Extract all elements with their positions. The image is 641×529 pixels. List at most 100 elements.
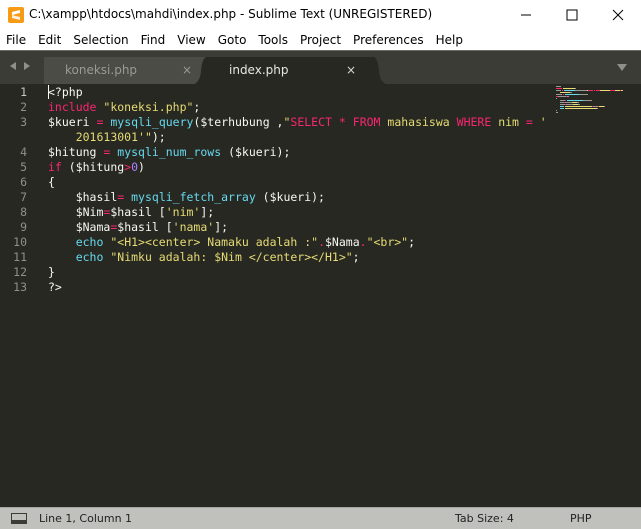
line-number: 13 [13, 280, 27, 294]
menu-view[interactable]: View [171, 30, 211, 50]
text-cursor [48, 85, 49, 99]
code-token: * [338, 115, 346, 129]
code-token: 'nim' [165, 205, 201, 219]
code-token: ) [138, 160, 145, 174]
arrow-left-icon[interactable] [8, 61, 18, 71]
close-button[interactable] [595, 0, 641, 30]
minimap-stroke [556, 112, 558, 113]
code-token: ; [352, 250, 360, 264]
code-line: } [48, 265, 55, 280]
line-number: 11 [13, 250, 27, 264]
line-number: 12 [13, 265, 27, 279]
minimap-stroke [565, 94, 579, 95]
minimap-stroke [583, 100, 592, 101]
code-token: echo [75, 250, 104, 264]
close-icon [612, 9, 624, 21]
minimap-stroke [560, 108, 564, 109]
tab-size-indicator[interactable]: Tab Size: 4 [455, 512, 514, 525]
code-token: $kueri [48, 115, 90, 129]
code-token: ; [193, 100, 201, 114]
sublime-text-icon [8, 7, 24, 23]
minimap[interactable] [548, 84, 628, 124]
minimap-stroke [579, 94, 588, 95]
code-token: ($terhubung , [193, 115, 284, 129]
code-token: nim [491, 115, 526, 129]
code-editor[interactable]: 1 2 3 4 5 6 7 8 9 10 11 12 13 <?php include "koneksi.… [0, 84, 641, 507]
maximize-icon [566, 9, 578, 21]
menu-find[interactable]: Find [135, 30, 172, 50]
code-token: ($kueri); [221, 145, 291, 159]
menu-file[interactable]: File [0, 30, 32, 50]
code-line: ?> [48, 280, 62, 295]
code-area[interactable]: <?php include "koneksi.php"; $kueri = mysq… [48, 84, 588, 507]
window-title: C:\xampp\htdocs\mahdi\index.php - Sublim… [29, 7, 433, 21]
minimap-stroke [597, 108, 598, 109]
minimize-button[interactable] [503, 0, 549, 30]
code-token: mysqli_query [110, 115, 194, 129]
minimap-stroke [604, 106, 605, 107]
arrow-right-icon[interactable] [22, 61, 32, 71]
tab-koneksi-php[interactable]: koneksi.php × [44, 57, 212, 85]
code-line: 201613001'"); [48, 130, 166, 145]
tab-list-dropdown-icon[interactable] [616, 63, 628, 73]
menu-help[interactable]: Help [430, 30, 469, 50]
minimap-stroke [556, 94, 562, 95]
vertical-scrollbar[interactable] [628, 84, 641, 507]
code-token: include [48, 100, 97, 114]
minimap-stroke [563, 88, 575, 89]
menu-selection[interactable]: Selection [67, 30, 134, 50]
minimap-stroke [621, 90, 623, 91]
minimap-stroke [570, 92, 572, 93]
tab-index-php[interactable]: index.php × [192, 57, 388, 85]
title-bar: C:\xampp\htdocs\mahdi\index.php - Sublim… [0, 0, 641, 30]
menu-bar: File Edit Selection Find View Goto Tools… [0, 30, 641, 50]
minimap-stroke [562, 90, 563, 91]
code-token: FROM [352, 115, 381, 129]
minimap-stroke [556, 90, 561, 91]
code-token: ($hitung [61, 160, 125, 174]
maximize-button[interactable] [549, 0, 595, 30]
tab-close-icon[interactable]: × [346, 63, 356, 77]
minimap-stroke [567, 100, 583, 101]
code-token: "Nimku adalah: $Nim </center></H1>" [110, 250, 353, 264]
code-token: 201613001'" [75, 130, 152, 144]
syntax-indicator[interactable]: PHP [570, 512, 592, 525]
minimap-stroke [578, 104, 580, 105]
code-token: ]; [200, 205, 215, 219]
minimap-stroke [594, 90, 595, 91]
minimap-stroke [556, 86, 561, 87]
panel-toggle-icon[interactable] [11, 513, 27, 524]
code-token: . [318, 235, 325, 249]
code-token: $hasil [ [117, 220, 173, 234]
code-token: $hasil [75, 190, 118, 204]
code-line: $kueri = mysqli_query($terhubung ,"SELEC… [48, 115, 547, 130]
minimap-stroke [600, 90, 610, 91]
menu-goto[interactable]: Goto [212, 30, 253, 50]
code-token: 'nama' [172, 220, 215, 234]
code-token: $Nim [75, 205, 104, 219]
minimap-stroke [556, 98, 557, 99]
tab-close-icon[interactable]: × [182, 63, 192, 77]
minimap-stroke [565, 102, 572, 103]
code-token: mysqli_num_rows [117, 145, 222, 159]
code-token: ' [532, 115, 547, 129]
menu-edit[interactable]: Edit [32, 30, 67, 50]
minimap-stroke [575, 90, 587, 91]
minimap-stroke [588, 90, 593, 91]
code-token: SELECT [290, 115, 332, 129]
menu-tools[interactable]: Tools [252, 30, 294, 50]
menu-project[interactable]: Project [294, 30, 347, 50]
code-token: . [359, 235, 367, 249]
cursor-position: Line 1, Column 1 [39, 512, 133, 525]
minimap-stroke [558, 96, 566, 97]
menu-preferences[interactable]: Preferences [347, 30, 430, 50]
minimap-stroke [565, 100, 566, 101]
code-token: $hasil [ [110, 205, 166, 219]
code-line: $Nim=$hasil ['nim']; [48, 205, 215, 220]
line-number: 8 [20, 205, 27, 219]
code-token: if [48, 160, 62, 174]
code-token: ); [151, 130, 166, 144]
